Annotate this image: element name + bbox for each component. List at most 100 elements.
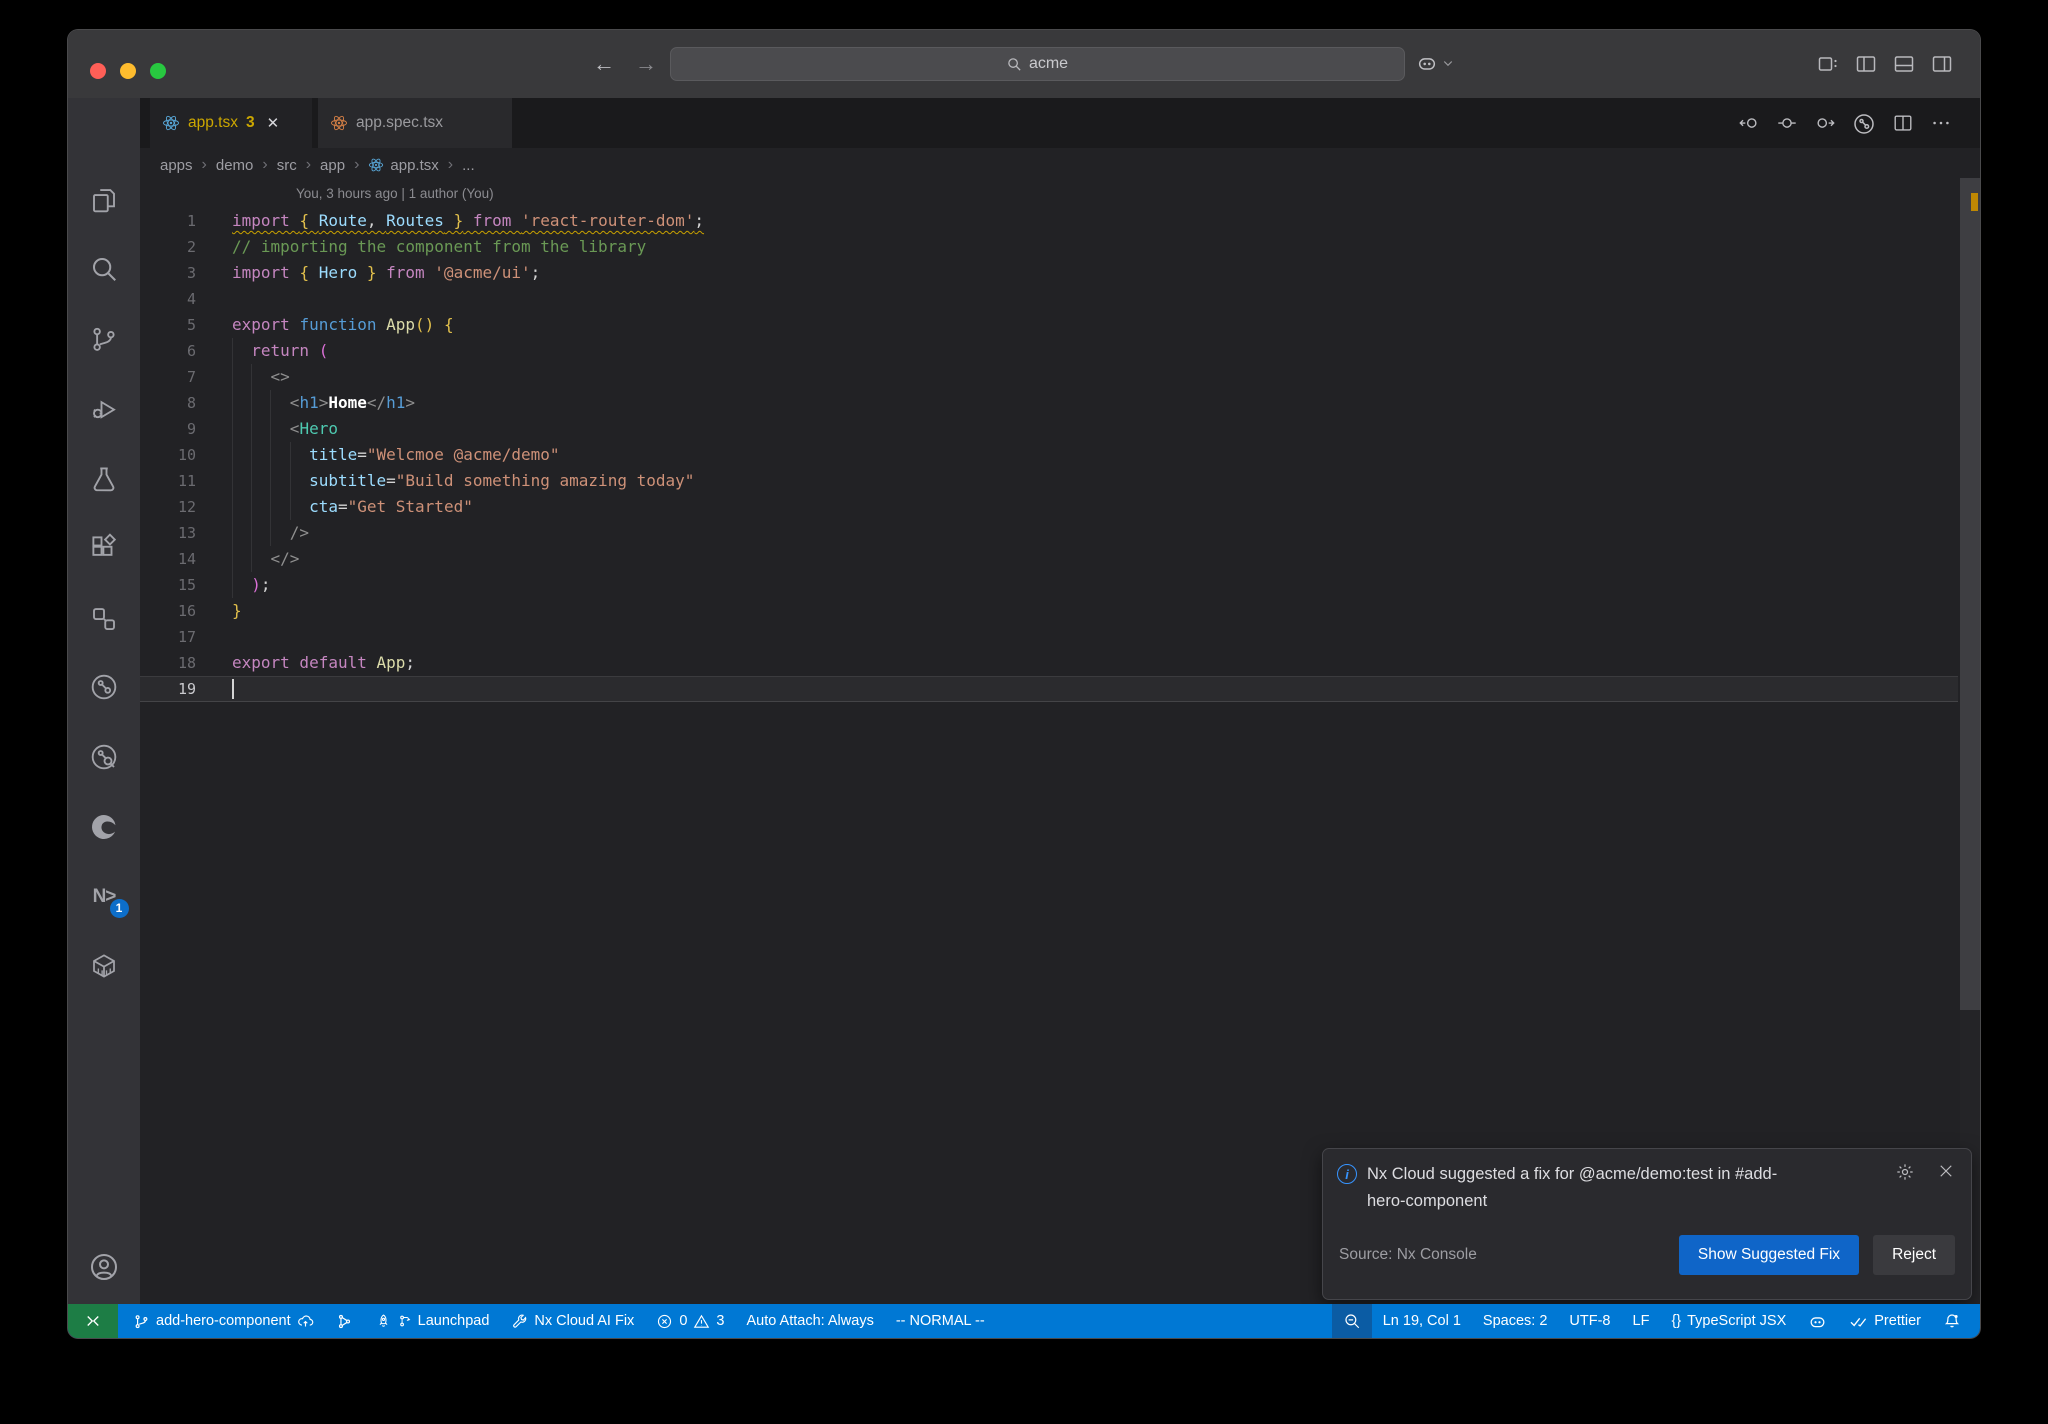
more-actions-icon[interactable] xyxy=(1930,112,1952,136)
problems-item[interactable]: 0 3 xyxy=(645,1304,735,1338)
commit-graph-item[interactable] xyxy=(325,1304,364,1338)
vim-mode-item[interactable]: -- NORMAL -- xyxy=(885,1304,996,1338)
indentation-item[interactable]: Spaces: 2 xyxy=(1472,1304,1559,1338)
split-editor-icon[interactable] xyxy=(1892,112,1914,136)
nx-graph-icon[interactable] xyxy=(68,740,140,774)
line-number: 1 xyxy=(186,212,196,230)
code-line-5[interactable]: 5 export function App() { xyxy=(140,312,1958,338)
zoom-indicator-item[interactable] xyxy=(1331,1304,1372,1338)
code-line-14[interactable]: 14 </> xyxy=(140,546,1958,572)
linked-projects-icon[interactable] xyxy=(68,602,140,636)
code-line-13[interactable]: 13 /> xyxy=(140,520,1958,546)
maximize-window-button[interactable] xyxy=(150,63,166,79)
formatter-item[interactable]: Prettier xyxy=(1838,1304,1932,1338)
command-center-search[interactable]: acme xyxy=(670,47,1405,81)
tab-label: app.spec.tsx xyxy=(356,114,444,131)
breadcrumb-item-app[interactable]: app xyxy=(320,157,345,174)
nx-cloud-fix-item[interactable]: Nx Cloud AI Fix xyxy=(500,1304,645,1338)
breadcrumb-item-src[interactable]: src xyxy=(277,157,297,174)
code-line-3[interactable]: 3 import { Hero } from '@acme/ui'; xyxy=(140,260,1958,286)
auto-attach-item[interactable]: Auto Attach: Always xyxy=(735,1304,884,1338)
navigate-forward-icon[interactable]: → xyxy=(630,52,662,76)
search-sidebar-icon[interactable] xyxy=(68,252,140,286)
code-line-12[interactable]: 12 cta="Get Started" xyxy=(140,494,1958,520)
code-line-15[interactable]: 15 ); xyxy=(140,572,1958,598)
code-line-11[interactable]: 11 subtitle="Build something amazing tod… xyxy=(140,468,1958,494)
code-line-10[interactable]: 10 title="Welcmoe @acme/demo" xyxy=(140,442,1958,468)
commit-graph-icon xyxy=(338,1314,350,1328)
run-debug-icon[interactable] xyxy=(68,392,140,426)
customize-layout-icon[interactable] xyxy=(1816,52,1840,76)
line-number: 6 xyxy=(186,342,196,360)
next-change-icon[interactable] xyxy=(1814,112,1836,136)
previous-change-icon[interactable] xyxy=(1738,112,1760,136)
language-mode-item[interactable]: {} TypeScript JSX xyxy=(1660,1304,1797,1338)
nx-targets-icon[interactable] xyxy=(68,670,140,704)
copilot-icon xyxy=(1418,58,1436,70)
code-line-19[interactable]: 19 xyxy=(140,676,1958,702)
copilot-status-item[interactable] xyxy=(1797,1304,1838,1338)
notification-close-icon[interactable] xyxy=(1937,1162,1955,1182)
nx-console-icon[interactable]: N> 1 xyxy=(68,880,140,918)
cloud-upload-icon xyxy=(297,1314,313,1326)
minimize-window-button[interactable] xyxy=(120,63,136,79)
code-line-16[interactable]: 16} xyxy=(140,598,1958,624)
brackets-icon: {} xyxy=(1671,1313,1682,1329)
breadcrumb-item-demo[interactable]: demo xyxy=(216,157,254,174)
tab-app-spec-tsx[interactable]: app.spec.tsx xyxy=(318,98,512,148)
eol-item[interactable]: LF xyxy=(1622,1304,1661,1338)
toggle-panel-icon[interactable] xyxy=(1892,52,1916,76)
code-text: <Hero xyxy=(232,419,338,438)
tab-problem-badge: 3 xyxy=(245,114,255,131)
close-window-button[interactable] xyxy=(90,63,106,79)
git-branch-item[interactable]: add-hero-component xyxy=(122,1304,325,1338)
wrench-icon xyxy=(513,1314,527,1328)
extensions-icon[interactable] xyxy=(68,531,140,565)
launchpad-item[interactable]: Launchpad xyxy=(364,1304,501,1338)
code-line-18[interactable]: 18 export default App; xyxy=(140,650,1958,676)
search-icon xyxy=(1007,57,1022,72)
code-line-4[interactable]: 4 xyxy=(140,286,1958,312)
cursor-position-item[interactable]: Ln 19, Col 1 xyxy=(1372,1304,1472,1338)
remote-indicator[interactable] xyxy=(68,1304,118,1338)
toggle-secondary-sidebar-icon[interactable] xyxy=(1930,52,1954,76)
encoding-item[interactable]: UTF-8 xyxy=(1558,1304,1621,1338)
scrollbar-slider[interactable] xyxy=(1960,178,1980,1010)
blame-annotation: You, 3 hours ago | 1 author (You) xyxy=(296,186,494,201)
show-suggested-fix-button[interactable]: Show Suggested Fix xyxy=(1678,1235,1860,1275)
account-icon[interactable] xyxy=(68,1250,140,1284)
testing-icon[interactable] xyxy=(68,462,140,496)
line-number: 14 xyxy=(177,550,196,568)
warnings-icon xyxy=(694,1314,710,1328)
notifications-bell-item[interactable] xyxy=(1932,1304,1972,1338)
source-control-icon[interactable] xyxy=(68,322,140,356)
line-number: 12 xyxy=(177,498,196,516)
code-line-2[interactable]: 2 // importing the component from the lib… xyxy=(140,234,1958,260)
breadcrumb-item-apps[interactable]: apps xyxy=(160,157,193,174)
reject-button[interactable]: Reject xyxy=(1873,1235,1955,1275)
code-line-17[interactable]: 17 xyxy=(140,624,1958,650)
code-line-7[interactable]: 7 <> xyxy=(140,364,1958,390)
breadcrumb-separator: › xyxy=(354,156,360,173)
edge-browser-icon[interactable] xyxy=(68,810,140,844)
breadcrumb-item-[interactable]: ... xyxy=(462,157,475,174)
notification-settings-icon[interactable] xyxy=(1895,1162,1915,1182)
code-line-8[interactable]: 8 <h1>Home</h1> xyxy=(140,390,1958,416)
breadcrumb-item-apptsx[interactable]: app.tsx xyxy=(368,157,439,174)
copilot-menu[interactable] xyxy=(1416,52,1454,74)
chevron-down-icon xyxy=(1443,61,1453,67)
breadcrumb-label: src xyxy=(276,156,297,174)
close-tab-icon[interactable]: ✕ xyxy=(267,114,280,132)
tab-app-tsx[interactable]: app.tsx 3 ✕ xyxy=(150,98,312,148)
code-line-6[interactable]: 6 return ( xyxy=(140,338,1958,364)
copilot-icon xyxy=(1810,1316,1825,1327)
code-line-1[interactable]: 1 import { Route, Routes } from 'react-ro… xyxy=(140,208,1958,234)
code-line-9[interactable]: 9 <Hero xyxy=(140,416,1958,442)
activity-bar: N> 1 xyxy=(68,98,140,1338)
run-target-icon[interactable] xyxy=(1852,112,1876,136)
containers-icon[interactable] xyxy=(68,949,140,983)
explorer-icon[interactable] xyxy=(68,183,140,217)
navigate-back-icon[interactable]: ← xyxy=(588,52,620,76)
current-change-icon[interactable] xyxy=(1776,112,1798,136)
toggle-primary-sidebar-icon[interactable] xyxy=(1854,52,1878,76)
